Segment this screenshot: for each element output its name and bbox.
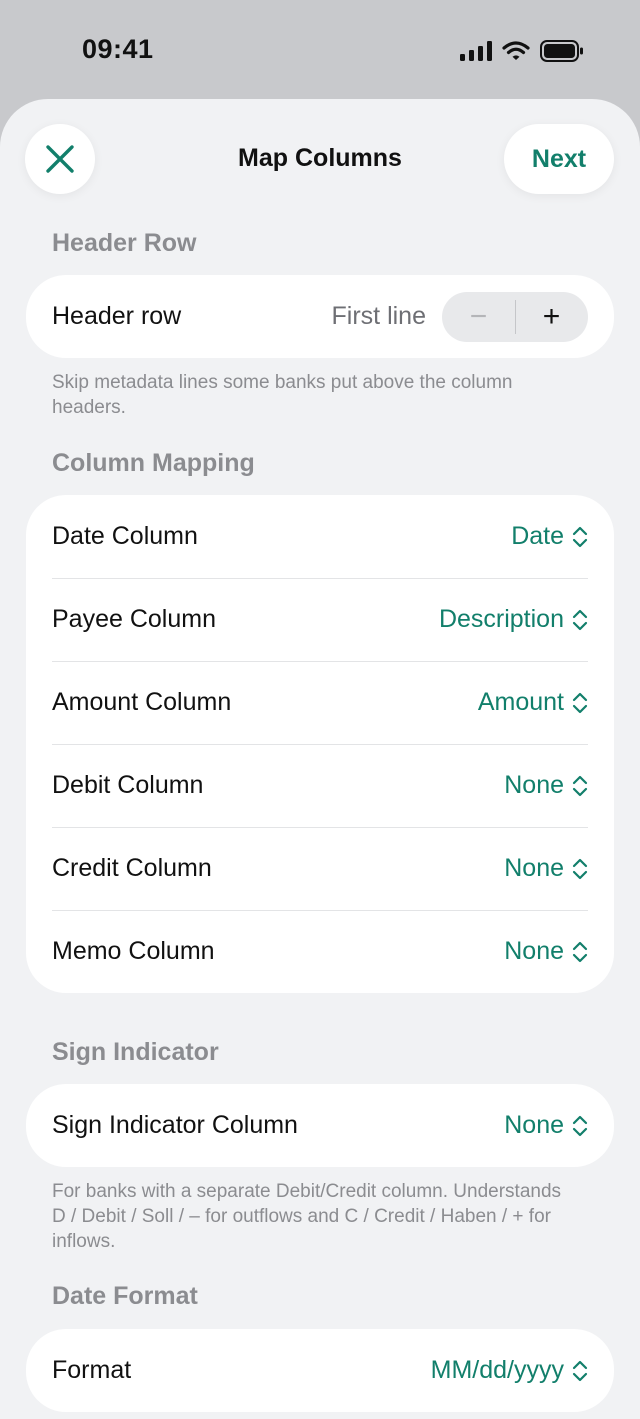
sign-indicator-footer: For banks with a separate Debit/Credit c… bbox=[52, 1181, 562, 1252]
chevron-up-down-icon bbox=[572, 1115, 588, 1136]
chevron-up-down-icon bbox=[572, 1360, 588, 1381]
chevron-up-down-icon bbox=[572, 858, 588, 879]
chevron-up-down-icon bbox=[572, 526, 588, 547]
picker-row-value[interactable]: None bbox=[504, 854, 588, 883]
picker-row-label: Credit Column bbox=[52, 854, 212, 882]
header-row-row: Header row First line − + bbox=[26, 275, 614, 358]
picker-row-value[interactable]: Amount bbox=[478, 688, 588, 717]
sign-indicator-card: Sign Indicator Column None bbox=[26, 1084, 614, 1167]
picker-row-credit-column[interactable]: Credit Column None bbox=[26, 827, 614, 910]
stepper-divider bbox=[515, 299, 516, 334]
picker-row-label: Amount Column bbox=[52, 688, 232, 716]
next-button[interactable]: Next bbox=[504, 124, 614, 194]
picker-row-memo-column[interactable]: Memo Column None bbox=[26, 910, 614, 993]
picker-row-sign-indicator-column[interactable]: Sign Indicator Column None bbox=[26, 1084, 614, 1167]
picker-row-label: Debit Column bbox=[52, 771, 204, 799]
header-row-label: Header row bbox=[52, 302, 182, 330]
status-time: 09:41 bbox=[82, 34, 154, 64]
picker-row-amount-column[interactable]: Amount Column Amount bbox=[26, 661, 614, 744]
status-icons bbox=[460, 40, 584, 62]
status-bar: 09:41 bbox=[0, 0, 640, 100]
picker-row-label: Sign Indicator Column bbox=[52, 1111, 298, 1139]
section-title-sign-indicator: Sign Indicator bbox=[52, 1038, 219, 1066]
wifi-icon bbox=[502, 41, 530, 60]
header-row-stepper: − + bbox=[442, 291, 588, 342]
picker-row-value[interactable]: None bbox=[504, 771, 588, 800]
decrement-button[interactable]: − bbox=[442, 292, 515, 342]
picker-row-date-format[interactable]: Format MM/dd/yyyy bbox=[26, 1329, 614, 1412]
column-mapping-card: Date Column Date Payee Column Descriptio… bbox=[26, 495, 614, 993]
picker-row-value[interactable]: MM/dd/yyyy bbox=[431, 1356, 588, 1385]
picker-row-payee-column[interactable]: Payee Column Description bbox=[26, 578, 614, 661]
header-row-value: First line bbox=[331, 302, 426, 330]
picker-row-value[interactable]: None bbox=[504, 1111, 588, 1140]
picker-row-value[interactable]: None bbox=[504, 937, 588, 966]
picker-row-label: Format bbox=[52, 1356, 132, 1384]
chevron-up-down-icon bbox=[572, 775, 588, 796]
date-format-card: Format MM/dd/yyyy bbox=[26, 1329, 614, 1412]
header-row-footer: Skip metadata lines some banks put above… bbox=[52, 372, 513, 418]
chevron-up-down-icon bbox=[572, 941, 588, 962]
picker-row-label: Date Column bbox=[52, 522, 198, 550]
picker-row-debit-column[interactable]: Debit Column None bbox=[26, 744, 614, 827]
picker-row-label: Memo Column bbox=[52, 937, 215, 965]
picker-row-date-column[interactable]: Date Column Date bbox=[26, 495, 614, 578]
chevron-up-down-icon bbox=[572, 692, 588, 713]
section-title-date-format: Date Format bbox=[52, 1282, 198, 1310]
chevron-up-down-icon bbox=[572, 609, 588, 630]
section-title-column-mapping: Column Mapping bbox=[52, 449, 255, 477]
picker-row-value[interactable]: Description bbox=[439, 605, 588, 634]
cellular-signal-icon bbox=[460, 41, 492, 61]
picker-row-value[interactable]: Date bbox=[511, 522, 588, 551]
increment-button[interactable]: + bbox=[515, 292, 588, 342]
battery-icon bbox=[540, 40, 583, 62]
section-title-header-row: Header Row bbox=[52, 229, 197, 257]
picker-row-label: Payee Column bbox=[52, 605, 216, 633]
header-row-card: Header row First line − + bbox=[26, 275, 614, 358]
